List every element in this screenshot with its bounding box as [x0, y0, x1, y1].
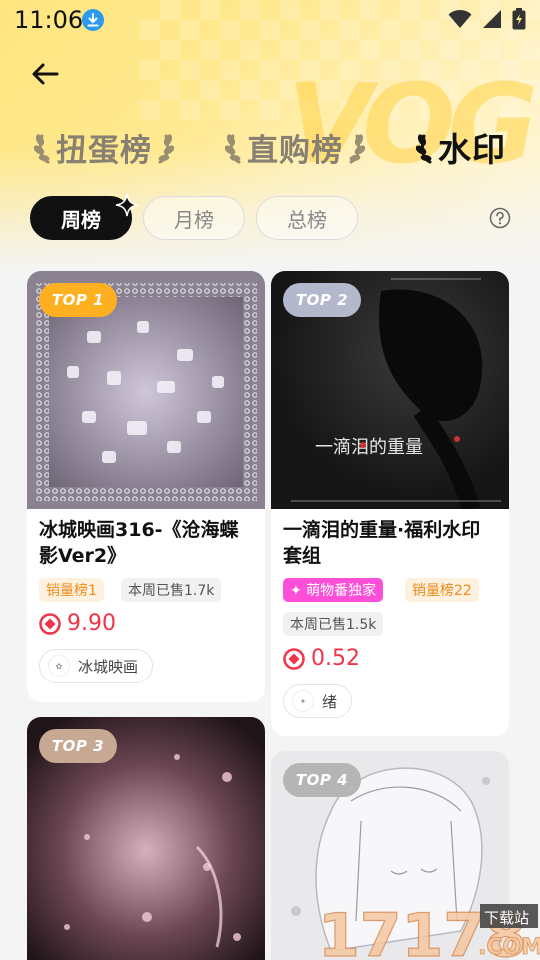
shop-avatar: ✿	[48, 655, 70, 677]
laurel-left-icon	[34, 134, 50, 164]
weekly-sold-tag: 本周已售1.5k	[283, 612, 384, 636]
status-time: 11:06	[14, 6, 84, 34]
tab-direct-buy-rank[interactable]: 直购榜	[225, 122, 365, 172]
tab-label: 直购榜	[247, 132, 343, 169]
product-card-2[interactable]: 一滴泪的重量 TOP 2 一滴泪的重量·福利水印 套组 ✦ 萌物番独家 销量榜2…	[271, 271, 509, 736]
price-value: 0.52	[311, 646, 360, 671]
status-bar: 11:06	[0, 0, 540, 40]
site-logo-sub: 下载站	[484, 909, 529, 927]
exclusive-tag: ✦ 萌物番独家	[283, 578, 384, 602]
product-title-line-2: 影Ver2》	[39, 545, 127, 567]
price-value: 9.90	[67, 611, 116, 636]
tab-weekly[interactable]: 周榜	[30, 193, 139, 240]
rank-badge: TOP 3	[39, 729, 117, 763]
tab-all-time[interactable]: 总榜	[256, 196, 358, 240]
tab-label: 月榜	[174, 207, 214, 232]
product-title: 一滴泪的重量·福利水印 套组	[283, 517, 480, 569]
help-icon[interactable]	[489, 207, 511, 229]
laurel-left-icon	[225, 134, 241, 164]
rank-badge: TOP 2	[283, 283, 361, 317]
tab-label: 水印	[438, 130, 506, 169]
shop-name: 绪	[322, 692, 338, 711]
product-card-1[interactable]: TOP 1 冰城映画316-《沧海蝶 影Ver2》 销量榜1 本周已售1.7k …	[27, 271, 265, 702]
tab-label: 扭蛋榜	[56, 132, 152, 169]
laurel-right-icon	[349, 134, 365, 164]
wifi-icon	[448, 10, 472, 28]
signal-icon	[483, 10, 501, 28]
sales-rank-tag: 销量榜1	[39, 578, 104, 602]
sparkle-icon	[115, 193, 139, 217]
tab-watermark-rank[interactable]: 水印	[416, 122, 506, 172]
laurel-left-icon	[416, 134, 432, 164]
coin-icon	[283, 647, 305, 670]
shop-name: 冰城映画	[78, 657, 139, 676]
download-icon	[82, 9, 104, 31]
weekly-sold-tag: 本周已售1.7k	[121, 578, 222, 602]
product-title-line-1: 一滴泪的重量·福利水印	[283, 519, 481, 541]
coin-icon	[39, 612, 61, 635]
product-title-line-1: 冰城映画316-《沧海蝶	[39, 519, 239, 541]
site-logo-domain: .COM	[478, 935, 540, 960]
battery-icon	[512, 8, 526, 30]
tab-gacha-rank[interactable]: 扭蛋榜	[34, 122, 174, 172]
product-card-3[interactable]: TOP 3	[27, 717, 265, 960]
site-logo-graphic: 17178 下载站 .COM	[317, 900, 540, 960]
shop-chip[interactable]: ✦ 绪	[283, 684, 353, 718]
price: 9.90	[39, 611, 116, 636]
sales-rank-tag: 销量榜22	[405, 578, 479, 602]
rank-badge: TOP 4	[283, 763, 361, 797]
tab-label: 总榜	[287, 207, 327, 232]
site-watermark-logo: 17178 下载站 .COM	[317, 900, 540, 960]
tab-monthly[interactable]: 月榜	[143, 196, 245, 240]
shop-avatar: ✦	[292, 690, 314, 712]
shop-chip[interactable]: ✿ 冰城映画	[39, 649, 154, 683]
back-button[interactable]	[30, 60, 60, 88]
price: 0.52	[283, 646, 360, 671]
arrow-left-icon	[32, 63, 59, 85]
rank-badge: TOP 1	[39, 283, 117, 317]
tab-label: 周榜	[61, 207, 101, 232]
rank-type-tabs: 扭蛋榜 直购榜 水印	[0, 122, 540, 172]
image-caption: 一滴泪的重量	[315, 437, 423, 458]
laurel-right-icon	[158, 134, 174, 164]
product-title-line-2: 套组	[283, 545, 322, 567]
product-title: 冰城映画316-《沧海蝶 影Ver2》	[39, 517, 239, 569]
